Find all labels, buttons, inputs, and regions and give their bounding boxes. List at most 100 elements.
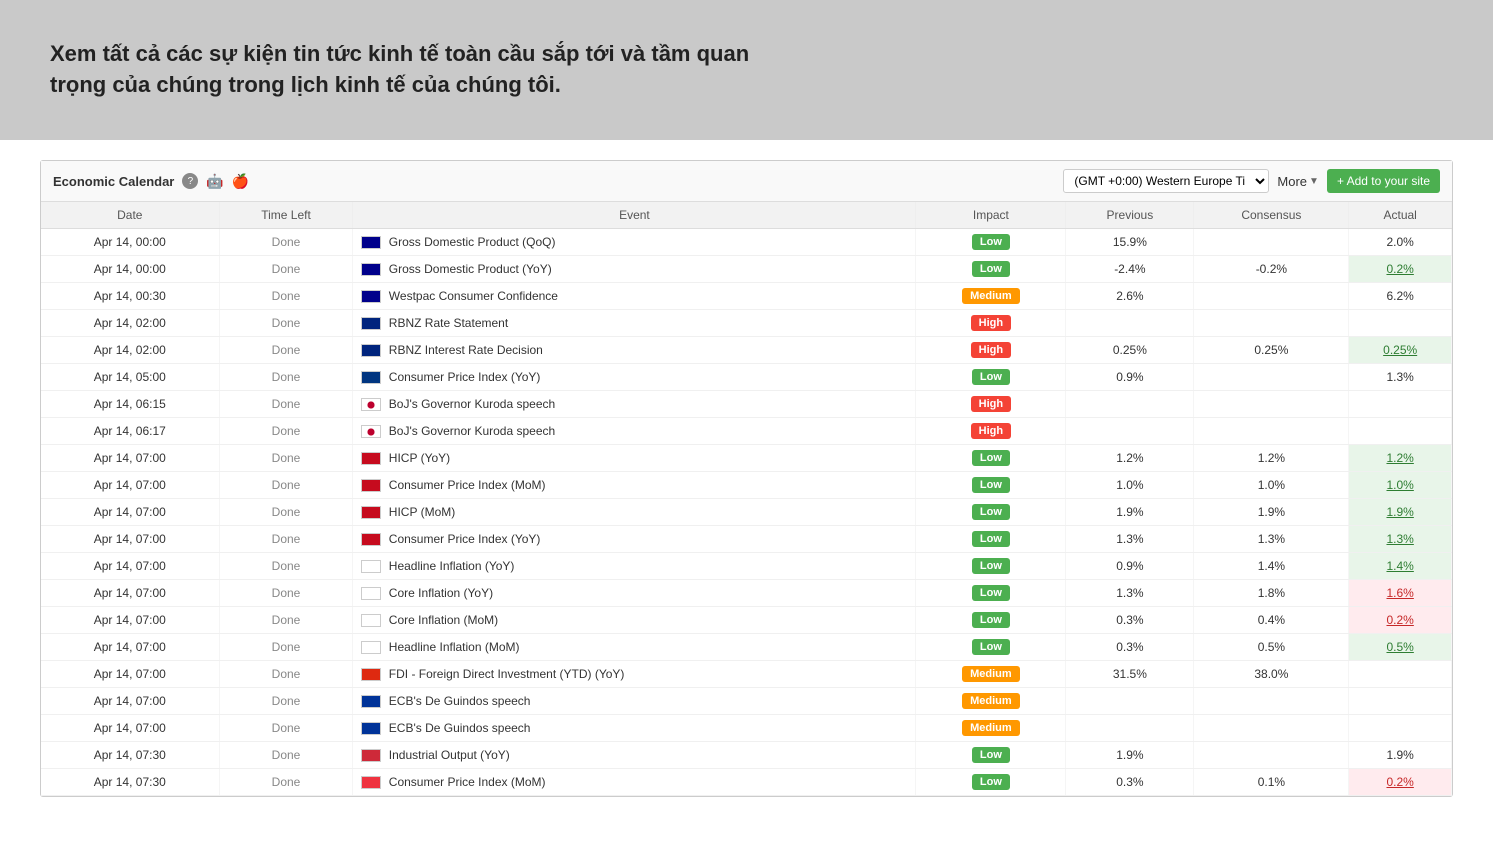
cell-time-left: Done: [219, 337, 353, 364]
cell-actual: 0.25%: [1349, 337, 1452, 364]
cell-consensus: 1.8%: [1194, 580, 1349, 607]
cell-impact: Medium: [916, 688, 1066, 715]
cell-consensus: [1194, 310, 1349, 337]
table-row: Apr 14, 00:30Done Westpac Consumer Confi…: [41, 283, 1452, 310]
cell-consensus: 0.5%: [1194, 634, 1349, 661]
cell-actual: 0.2%: [1349, 256, 1452, 283]
cell-date: Apr 14, 07:00: [41, 553, 219, 580]
cell-time-left: Done: [219, 634, 353, 661]
apple-icon[interactable]: 🍎: [232, 173, 249, 190]
cell-actual: 1.0%: [1349, 472, 1452, 499]
cell-event: HICP (MoM): [353, 499, 916, 526]
flag-icon: [361, 344, 381, 357]
hero-text: Xem tất cả các sự kiện tin tức kinh tế t…: [50, 39, 750, 101]
cell-event: HICP (YoY): [353, 445, 916, 472]
cell-date: Apr 14, 07:30: [41, 769, 219, 796]
cell-date: Apr 14, 07:00: [41, 526, 219, 553]
cell-actual: [1349, 418, 1452, 445]
flag-icon: [361, 317, 381, 330]
impact-badge: Medium: [962, 666, 1020, 682]
cell-date: Apr 14, 07:00: [41, 661, 219, 688]
help-icon[interactable]: ?: [182, 173, 198, 189]
cell-impact: Low: [916, 472, 1066, 499]
cell-date: Apr 14, 02:00: [41, 337, 219, 364]
cell-previous: 1.2%: [1066, 445, 1194, 472]
cell-event: Industrial Output (YoY): [353, 742, 916, 769]
cell-previous: -2.4%: [1066, 256, 1194, 283]
flag-icon: [361, 722, 381, 735]
cell-event: FDI - Foreign Direct Investment (YTD) (Y…: [353, 661, 916, 688]
cell-time-left: Done: [219, 580, 353, 607]
impact-badge: Low: [972, 477, 1010, 493]
cell-actual: [1349, 661, 1452, 688]
cell-consensus: 1.3%: [1194, 526, 1349, 553]
impact-badge: Low: [972, 639, 1010, 655]
cell-date: Apr 14, 07:00: [41, 688, 219, 715]
cell-actual: 1.2%: [1349, 445, 1452, 472]
cell-impact: High: [916, 337, 1066, 364]
cell-consensus: [1194, 688, 1349, 715]
add-to-site-button[interactable]: + Add to your site: [1327, 169, 1440, 193]
col-header-time-left: Time Left: [219, 202, 353, 229]
cell-actual: 1.3%: [1349, 364, 1452, 391]
economic-calendar-table: DateTime LeftEventImpactPreviousConsensu…: [41, 202, 1452, 796]
table-row: Apr 14, 00:00Done Gross Domestic Product…: [41, 256, 1452, 283]
cell-date: Apr 14, 06:17: [41, 418, 219, 445]
cell-date: Apr 14, 02:00: [41, 310, 219, 337]
flag-icon: [361, 398, 381, 411]
cell-event: Consumer Price Index (MoM): [353, 769, 916, 796]
table-row: Apr 14, 02:00Done RBNZ Rate StatementHig…: [41, 310, 1452, 337]
cell-previous: 1.3%: [1066, 580, 1194, 607]
android-icon[interactable]: 🤖: [206, 173, 223, 190]
cell-consensus: 1.4%: [1194, 553, 1349, 580]
cell-actual: 1.9%: [1349, 499, 1452, 526]
cell-date: Apr 14, 07:00: [41, 715, 219, 742]
cell-event: Headline Inflation (MoM): [353, 634, 916, 661]
timezone-select[interactable]: (GMT +0:00) Western Europe Ti: [1063, 169, 1269, 193]
cell-previous: [1066, 391, 1194, 418]
flag-icon: [361, 506, 381, 519]
cell-event: Core Inflation (MoM): [353, 607, 916, 634]
cell-consensus: 1.2%: [1194, 445, 1349, 472]
impact-badge: Low: [972, 774, 1010, 790]
impact-badge: High: [971, 396, 1011, 412]
cell-impact: Medium: [916, 661, 1066, 688]
cell-time-left: Done: [219, 256, 353, 283]
cell-actual: 6.2%: [1349, 283, 1452, 310]
cell-actual: 0.5%: [1349, 634, 1452, 661]
cell-event: BoJ's Governor Kuroda speech: [353, 391, 916, 418]
table-row: Apr 14, 07:00Done Core Inflation (MoM)Lo…: [41, 607, 1452, 634]
cell-time-left: Done: [219, 742, 353, 769]
cell-consensus: 1.9%: [1194, 499, 1349, 526]
cell-time-left: Done: [219, 418, 353, 445]
table-row: Apr 14, 07:30Done Industrial Output (YoY…: [41, 742, 1452, 769]
cell-consensus: 0.1%: [1194, 769, 1349, 796]
flag-icon: [361, 776, 381, 789]
table-row: Apr 14, 07:00Done HICP (YoY)Low1.2%1.2%1…: [41, 445, 1452, 472]
header-right: (GMT +0:00) Western Europe Ti More ▼ + A…: [1063, 169, 1440, 193]
cell-date: Apr 14, 07:00: [41, 472, 219, 499]
table-row: Apr 14, 07:00Done Consumer Price Index (…: [41, 472, 1452, 499]
cell-event: Core Inflation (YoY): [353, 580, 916, 607]
widget-header: Economic Calendar ? 🤖 🍎 (GMT +0:00) West…: [41, 161, 1452, 202]
cell-previous: 1.9%: [1066, 742, 1194, 769]
cell-impact: Low: [916, 229, 1066, 256]
cell-event: Consumer Price Index (MoM): [353, 472, 916, 499]
more-button[interactable]: More ▼: [1277, 174, 1319, 189]
table-row: Apr 14, 07:00Done Consumer Price Index (…: [41, 526, 1452, 553]
flag-icon: [361, 641, 381, 654]
chevron-down-icon: ▼: [1309, 176, 1319, 187]
flag-icon: [361, 614, 381, 627]
cell-actual: [1349, 310, 1452, 337]
cell-actual: 2.0%: [1349, 229, 1452, 256]
impact-badge: High: [971, 423, 1011, 439]
cell-consensus: [1194, 715, 1349, 742]
cell-date: Apr 14, 07:00: [41, 607, 219, 634]
cell-time-left: Done: [219, 553, 353, 580]
calendar-widget: Economic Calendar ? 🤖 🍎 (GMT +0:00) West…: [40, 160, 1453, 797]
cell-time-left: Done: [219, 661, 353, 688]
cell-time-left: Done: [219, 499, 353, 526]
cell-actual: [1349, 391, 1452, 418]
impact-badge: Low: [972, 261, 1010, 277]
cell-consensus: -0.2%: [1194, 256, 1349, 283]
